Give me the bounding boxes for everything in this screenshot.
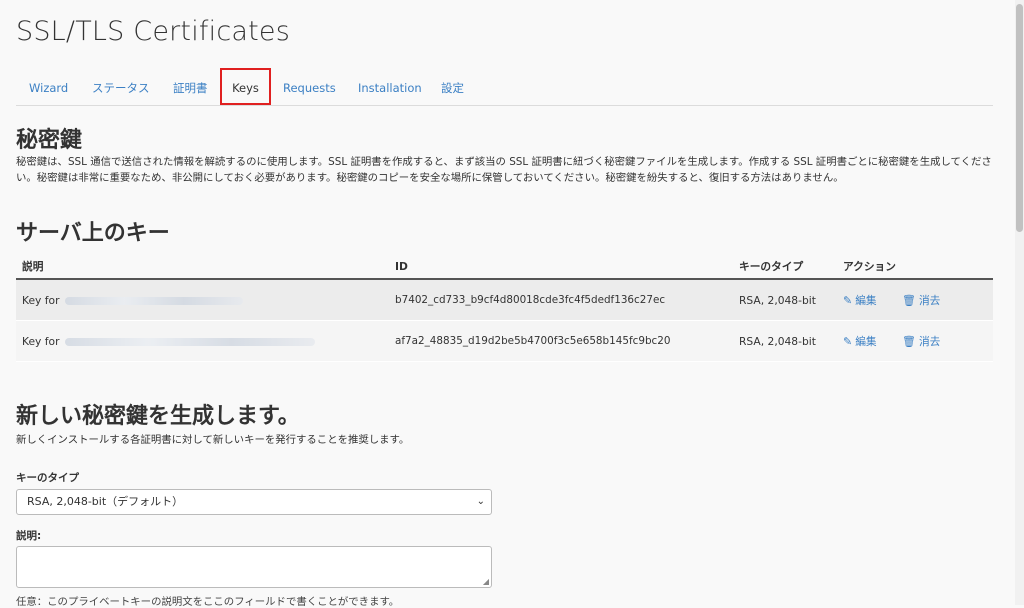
page-title: SSL/TLS Certificates [16, 16, 290, 47]
generate-key-subtitle: 新しくインストールする各証明書に対して新しいキーを発行することを推奨します。 [16, 434, 410, 446]
key-description: Key for [16, 279, 389, 321]
redacted-text [65, 296, 244, 305]
table-row: Key for af7a2_48835_d19d2be5b4700f3c5e65… [16, 320, 993, 362]
key-actions: ✎ 編集 🗑 消去 [837, 279, 993, 321]
key-description: Key for [16, 320, 389, 362]
tab-installation[interactable]: Installation [358, 68, 422, 105]
key-type: RSA, 2,048-bit [733, 320, 837, 362]
description-textarea[interactable]: ◢ [16, 546, 492, 588]
tab-status[interactable]: ステータス [92, 68, 150, 105]
column-actions: アクション [837, 254, 993, 280]
key-id: af7a2_48835_d19d2be5b4700f3c5e658b145fc9… [389, 320, 733, 362]
key-type-select[interactable]: RSA, 2,048-bit（デフォルト） ⌄ [16, 489, 492, 515]
edit-key-button[interactable]: ✎ 編集 [843, 294, 877, 307]
keys-table-header: 説明 ID キーのタイプ アクション [16, 254, 993, 280]
generate-key-heading: 新しい秘密鍵を生成します。 [16, 404, 300, 429]
description-label: 説明: [16, 530, 42, 542]
server-keys-heading: サーバ上のキー [16, 221, 170, 246]
pencil-icon: ✎ [843, 334, 853, 348]
description-hint: 任意：このプライベートキーの説明文をここのフィールドで書くことができます。 [16, 596, 400, 608]
column-description: 説明 [16, 254, 389, 280]
edit-key-button[interactable]: ✎ 編集 [843, 335, 877, 348]
trash-icon: 🗑 [902, 293, 916, 307]
tab-wizard[interactable]: Wizard [29, 68, 68, 105]
column-key-type: キーのタイプ [733, 254, 837, 280]
private-keys-description: 秘密鍵は、SSL 通信で送信された情報を解読するのに使用します。SSL 証明書を… [16, 156, 992, 184]
private-keys-heading: 秘密鍵 [16, 128, 83, 153]
key-actions: ✎ 編集 🗑 消去 [837, 320, 993, 362]
delete-key-button[interactable]: 🗑 消去 [902, 294, 940, 307]
tab-bar: Wizard ステータス 証明書 Keys Requests Installat… [16, 68, 993, 106]
chevron-down-icon: ⌄ [476, 496, 485, 507]
resize-handle-icon[interactable]: ◢ [483, 577, 489, 586]
scrollbar[interactable] [1015, 0, 1024, 605]
delete-key-button[interactable]: 🗑 消去 [902, 335, 940, 348]
tab-keys[interactable]: Keys [220, 68, 271, 105]
tab-certificates[interactable]: 証明書 [173, 68, 208, 105]
key-type: RSA, 2,048-bit [733, 279, 837, 321]
key-id: b7402_cd733_b9cf4d80018cde3fc4f5dedf136c… [389, 279, 733, 321]
table-row: Key for b7402_cd733_b9cf4d80018cde3fc4f5… [16, 279, 993, 321]
keys-table: 説明 ID キーのタイプ アクション Key for b7402_cd733_b… [16, 254, 993, 362]
redacted-text [65, 337, 316, 346]
key-type-label: キーのタイプ [16, 472, 79, 484]
tab-settings[interactable]: 設定 [441, 68, 464, 105]
scrollbar-thumb[interactable] [1016, 4, 1023, 232]
trash-icon: 🗑 [902, 334, 916, 348]
tab-requests[interactable]: Requests [283, 68, 336, 105]
column-id: ID [389, 254, 733, 280]
pencil-icon: ✎ [843, 293, 853, 307]
